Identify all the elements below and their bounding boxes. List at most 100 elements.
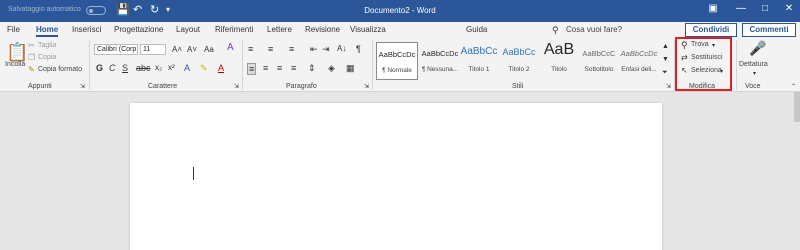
- divider: [89, 40, 90, 90]
- format-painter-icon[interactable]: ✎: [28, 65, 35, 75]
- tab-layout[interactable]: Layout: [176, 25, 200, 34]
- minimize-icon[interactable]: —: [733, 3, 749, 14]
- line-spacing-icon[interactable]: ⇕: [308, 63, 316, 73]
- font-name-box[interactable]: Calibri (Corp: [94, 44, 138, 55]
- vertical-scrollbar[interactable]: [794, 92, 800, 122]
- cut-icon[interactable]: ✂: [28, 41, 35, 51]
- divider: [372, 40, 373, 90]
- dictate-button[interactable]: Dettatura: [739, 61, 768, 68]
- style-heading-2[interactable]: AaBbCc Titolo 2: [498, 42, 540, 80]
- italic-icon[interactable]: C: [109, 63, 116, 73]
- style-subtitle[interactable]: AaBbCcC Sottotitolo: [578, 42, 620, 80]
- style-preview: AaBbCc: [460, 46, 498, 57]
- font-launcher-icon[interactable]: ⇲: [234, 82, 239, 92]
- tab-view[interactable]: Visualizza: [350, 25, 386, 34]
- maximize-icon[interactable]: □: [757, 3, 773, 14]
- document-area: [0, 92, 800, 250]
- superscript-icon[interactable]: x²: [168, 63, 175, 73]
- microphone-icon[interactable]: 🎤: [749, 41, 766, 55]
- styles-scroll-up-icon[interactable]: ▲: [662, 42, 669, 52]
- style-preview: AaBbCc: [502, 47, 536, 57]
- text-cursor: [193, 167, 194, 180]
- copy-button[interactable]: Copia: [38, 54, 56, 61]
- style-label: Titolo: [551, 66, 567, 73]
- clipboard-launcher-icon[interactable]: ⇲: [80, 82, 85, 92]
- align-left-icon[interactable]: ≡: [247, 63, 257, 75]
- divider: [736, 40, 737, 90]
- style-label: Sottotitolo: [584, 66, 614, 73]
- underline-icon[interactable]: S: [122, 63, 128, 73]
- style-preview: AaB: [543, 41, 575, 58]
- tab-file[interactable]: File: [7, 25, 20, 34]
- style-preview: AaBbCcDc: [378, 50, 416, 59]
- shrink-font-icon[interactable]: A˅: [187, 45, 197, 55]
- collapse-ribbon-icon[interactable]: ⌃: [791, 82, 796, 92]
- tab-references[interactable]: Riferimenti: [215, 25, 253, 34]
- style-normal[interactable]: AaBbCcDc ¶ Normale: [376, 42, 418, 80]
- font-color-icon[interactable]: A: [218, 63, 224, 73]
- decrease-indent-icon[interactable]: ⇤: [310, 44, 318, 54]
- justify-icon[interactable]: ≡: [291, 63, 296, 73]
- style-subtle-emphasis[interactable]: AaBbCcDc Enfasi deli...: [618, 42, 660, 80]
- style-heading-1[interactable]: AaBbCc Titolo 1: [458, 42, 500, 80]
- tab-home[interactable]: Home: [36, 25, 59, 37]
- styles-more-icon[interactable]: ⏷: [662, 68, 668, 78]
- style-title[interactable]: AaB Titolo: [538, 41, 580, 80]
- style-label: Titolo 1: [468, 66, 490, 73]
- style-preview: AaBbCcC: [582, 49, 616, 58]
- sort-icon[interactable]: A↓: [337, 44, 346, 54]
- paragraph-group-label: Paragrafo: [286, 83, 317, 90]
- ribbon-options-icon[interactable]: ▣: [705, 3, 721, 14]
- style-no-spacing[interactable]: AaBbCcDc ¶ Nessuna...: [419, 42, 461, 80]
- tab-review[interactable]: Revisione: [305, 25, 340, 34]
- copy-icon[interactable]: ❐: [28, 53, 35, 63]
- styles-launcher-icon[interactable]: ⇲: [666, 82, 671, 92]
- styles-scroll-down-icon[interactable]: ▼: [662, 55, 669, 65]
- document-title: Documento2 - Word: [364, 6, 436, 15]
- increase-indent-icon[interactable]: ⇥: [322, 44, 330, 54]
- style-label: ¶ Normale: [382, 67, 412, 74]
- grow-font-icon[interactable]: A˄: [172, 45, 182, 55]
- paragraph-launcher-icon[interactable]: ⇲: [364, 82, 369, 92]
- style-label: Titolo 2: [508, 66, 530, 73]
- lightbulb-icon: ⚲: [552, 25, 559, 35]
- multilevel-list-icon[interactable]: ≡: [289, 44, 294, 54]
- cut-button[interactable]: Taglia: [38, 42, 56, 49]
- subscript-icon[interactable]: x₂: [155, 63, 162, 73]
- bold-icon[interactable]: G: [96, 63, 103, 73]
- highlight-icon[interactable]: ✎: [200, 63, 208, 73]
- strikethrough-icon[interactable]: abc: [136, 63, 151, 73]
- ribbon-tabs: File Home Inserisci Progettazione Layout…: [0, 22, 800, 38]
- paste-icon[interactable]: 📋: [6, 42, 28, 62]
- tab-design[interactable]: Progettazione: [114, 25, 163, 34]
- document-page[interactable]: [130, 103, 662, 250]
- share-button[interactable]: Condividi: [685, 23, 737, 37]
- borders-icon[interactable]: ▦: [346, 63, 355, 73]
- align-center-icon[interactable]: ≡: [263, 63, 268, 73]
- font-size-box[interactable]: 11: [140, 44, 166, 55]
- divider: [242, 40, 243, 90]
- text-effects-icon[interactable]: A: [184, 63, 190, 73]
- paste-button[interactable]: Incolla: [5, 61, 25, 68]
- clipboard-group-label: Appunti: [28, 83, 52, 90]
- show-marks-icon[interactable]: ¶: [356, 44, 361, 54]
- change-case-icon[interactable]: Aa: [204, 45, 214, 55]
- style-label: ¶ Nessuna...: [421, 66, 459, 73]
- style-preview: AaBbCcDc: [421, 49, 459, 58]
- chevron-down-icon[interactable]: ▾: [753, 69, 756, 79]
- bullets-icon[interactable]: ≡: [248, 44, 253, 54]
- editing-group-highlight: [675, 37, 732, 91]
- tab-mailings[interactable]: Lettere: [267, 25, 292, 34]
- clear-formatting-icon[interactable]: A: [227, 43, 234, 53]
- align-right-icon[interactable]: ≡: [277, 63, 282, 73]
- tab-help[interactable]: Guida: [466, 25, 487, 34]
- tell-me-search[interactable]: Cosa vuoi fare?: [566, 25, 622, 34]
- format-painter-button[interactable]: Copia formato: [38, 66, 82, 73]
- tab-insert[interactable]: Inserisci: [72, 25, 101, 34]
- numbering-icon[interactable]: ≡: [268, 44, 273, 54]
- voice-group-label: Voce: [745, 83, 761, 90]
- close-icon[interactable]: ✕: [781, 3, 797, 14]
- font-group-label: Carattere: [148, 83, 178, 90]
- shading-icon[interactable]: ◈: [328, 63, 335, 73]
- comments-button[interactable]: Commenti: [742, 23, 796, 37]
